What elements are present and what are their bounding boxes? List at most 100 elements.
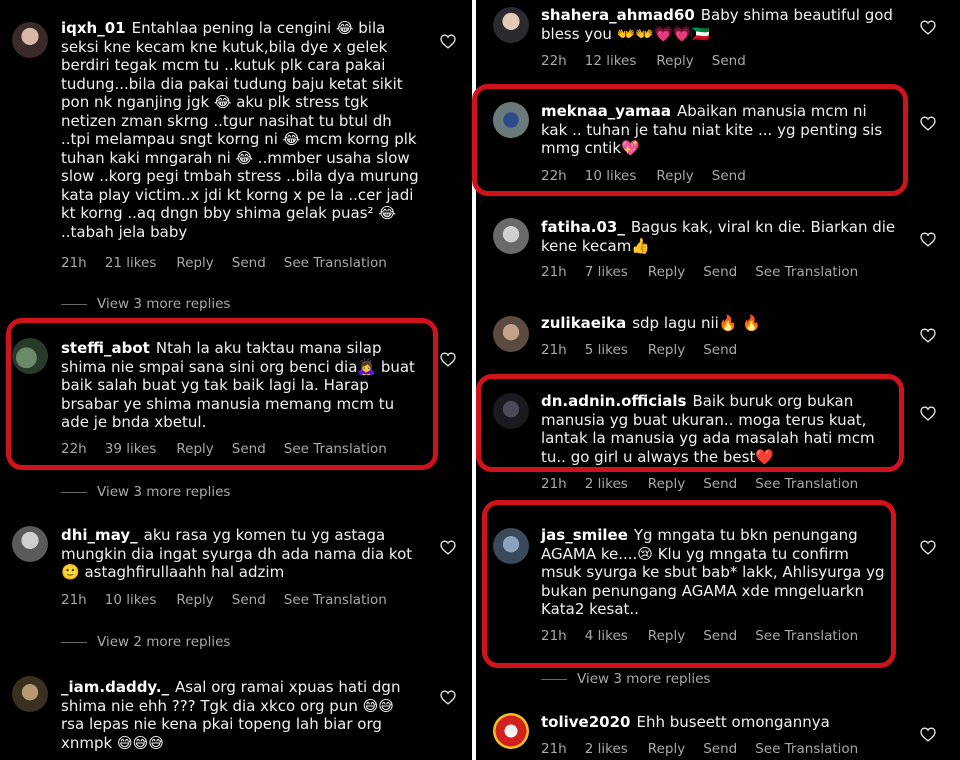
- avatar[interactable]: [493, 393, 529, 429]
- comment-time: 21h: [541, 264, 567, 280]
- see-translation-button[interactable]: See Translation: [755, 476, 858, 492]
- reply-button[interactable]: Reply: [176, 441, 213, 457]
- comment-likes[interactable]: 10 likes: [105, 592, 157, 608]
- comment-likes[interactable]: 7 likes: [585, 264, 628, 280]
- avatar[interactable]: [493, 102, 529, 138]
- comment-likes[interactable]: 39 likes: [105, 441, 157, 457]
- like-heart-icon[interactable]: [920, 540, 936, 555]
- avatar[interactable]: [493, 316, 529, 352]
- view-more-replies[interactable]: View 3 more replies: [61, 484, 230, 500]
- like-heart-icon[interactable]: [920, 20, 936, 35]
- reply-button[interactable]: Reply: [648, 476, 685, 492]
- like-heart-icon[interactable]: [920, 328, 936, 343]
- comment-body: tolive2020 Ehh buseett omongannya: [541, 713, 901, 732]
- comment-username[interactable]: meknaa_yamaa: [541, 102, 671, 120]
- see-translation-button[interactable]: See Translation: [284, 592, 387, 608]
- view-more-replies[interactable]: View 3 more replies: [61, 296, 230, 312]
- like-heart-icon[interactable]: [440, 540, 456, 555]
- comment-body: shahera_ahmad60 Baby shima beautiful god …: [541, 6, 901, 43]
- send-button[interactable]: Send: [703, 628, 737, 644]
- comment-meta: 22h 12 likes Reply Send: [541, 53, 764, 69]
- reply-button[interactable]: Reply: [176, 592, 213, 608]
- send-button[interactable]: Send: [232, 255, 266, 271]
- avatar[interactable]: [12, 22, 48, 58]
- like-heart-icon[interactable]: [440, 352, 456, 367]
- comment-time: 21h: [61, 255, 87, 271]
- right-comment-column: shahera_ahmad60 Baby shima beautiful god …: [472, 0, 960, 760]
- reply-button[interactable]: Reply: [648, 342, 685, 358]
- view-replies-label[interactable]: View 2 more replies: [97, 634, 230, 650]
- view-more-replies[interactable]: View 3 more replies: [541, 671, 710, 687]
- like-heart-icon[interactable]: [440, 690, 456, 705]
- comment-body: dn.adnin.officials Baik buruk org bukan m…: [541, 392, 901, 466]
- view-replies-label[interactable]: View 3 more replies: [97, 484, 230, 500]
- avatar[interactable]: [12, 676, 48, 712]
- replies-line: [61, 491, 87, 493]
- see-translation-button[interactable]: See Translation: [755, 628, 858, 644]
- comment-likes[interactable]: 21 likes: [105, 255, 157, 271]
- comment-likes[interactable]: 12 likes: [585, 53, 637, 69]
- avatar[interactable]: [493, 528, 529, 564]
- comment-time: 21h: [541, 476, 567, 492]
- comment-likes[interactable]: 2 likes: [585, 476, 628, 492]
- view-replies-label[interactable]: View 3 more replies: [577, 671, 710, 687]
- see-translation-button[interactable]: See Translation: [284, 255, 387, 271]
- comment-username[interactable]: fatiha.03_: [541, 218, 625, 236]
- comment-username[interactable]: steffi_abot: [61, 339, 150, 357]
- comment-likes[interactable]: 2 likes: [585, 741, 628, 757]
- see-translation-button[interactable]: See Translation: [284, 441, 387, 457]
- send-button[interactable]: Send: [703, 264, 737, 280]
- comment-time: 22h: [541, 53, 567, 69]
- avatar[interactable]: [493, 7, 529, 43]
- send-button[interactable]: Send: [703, 476, 737, 492]
- comment-body: fatiha.03_ Bagus kak, viral kn die. Biark…: [541, 218, 901, 255]
- comment-body: iqxh_01 Entahlaa pening la cengini 😂 bila…: [61, 19, 421, 241]
- comment-meta: 21h 10 likes Reply Send See Translation: [61, 592, 405, 608]
- like-heart-icon[interactable]: [920, 406, 936, 421]
- avatar[interactable]: [493, 713, 529, 749]
- comment-username[interactable]: iqxh_01: [61, 19, 126, 37]
- send-button[interactable]: Send: [703, 741, 737, 757]
- reply-button[interactable]: Reply: [648, 741, 685, 757]
- avatar[interactable]: [493, 218, 529, 254]
- comment-username[interactable]: shahera_ahmad60: [541, 6, 695, 24]
- comment-meta: 21h 4 likes Reply Send See Translation: [541, 628, 876, 644]
- send-button[interactable]: Send: [232, 441, 266, 457]
- avatar[interactable]: [12, 338, 48, 374]
- reply-button[interactable]: Reply: [656, 168, 693, 184]
- like-heart-icon[interactable]: [920, 232, 936, 247]
- replies-line: [541, 678, 567, 680]
- avatar[interactable]: [12, 526, 48, 562]
- view-more-replies[interactable]: View 2 more replies: [61, 634, 230, 650]
- like-heart-icon[interactable]: [920, 727, 936, 742]
- replies-line: [61, 641, 87, 643]
- comment-time: 22h: [541, 168, 567, 184]
- send-button[interactable]: Send: [232, 592, 266, 608]
- comment-username[interactable]: dn.adnin.officials: [541, 392, 686, 410]
- comment-text: sdp lagu nii🔥 🔥: [632, 314, 761, 332]
- like-heart-icon[interactable]: [440, 34, 456, 49]
- comment-meta: 21h 5 likes Reply Send: [541, 342, 755, 358]
- comment-username[interactable]: tolive2020: [541, 713, 630, 731]
- see-translation-button[interactable]: See Translation: [755, 264, 858, 280]
- comment-username[interactable]: dhi_may_: [61, 526, 138, 544]
- send-button[interactable]: Send: [712, 168, 746, 184]
- column-divider: [472, 0, 476, 760]
- like-heart-icon[interactable]: [920, 116, 936, 131]
- see-translation-button[interactable]: See Translation: [755, 741, 858, 757]
- reply-button[interactable]: Reply: [648, 628, 685, 644]
- left-comment-column: iqxh_01 Entahlaa pening la cengini 😂 bila…: [0, 0, 470, 760]
- comment-time: 21h: [541, 342, 567, 358]
- reply-button[interactable]: Reply: [176, 255, 213, 271]
- send-button[interactable]: Send: [712, 53, 746, 69]
- view-replies-label[interactable]: View 3 more replies: [97, 296, 230, 312]
- comment-username[interactable]: _iam.daddy._: [61, 678, 169, 696]
- reply-button[interactable]: Reply: [656, 53, 693, 69]
- send-button[interactable]: Send: [703, 342, 737, 358]
- comment-likes[interactable]: 5 likes: [585, 342, 628, 358]
- comment-username[interactable]: zulikaeika: [541, 314, 626, 332]
- comment-likes[interactable]: 4 likes: [585, 628, 628, 644]
- comment-username[interactable]: jas_smilee: [541, 526, 628, 544]
- comment-likes[interactable]: 10 likes: [585, 168, 637, 184]
- reply-button[interactable]: Reply: [648, 264, 685, 280]
